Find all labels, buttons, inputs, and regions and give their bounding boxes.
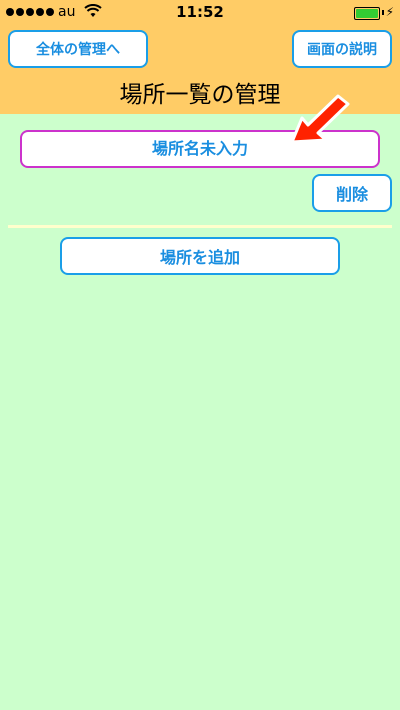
add-location-button[interactable]: 場所を追加 <box>60 237 340 275</box>
delete-button[interactable]: 削除 <box>312 174 392 212</box>
divider <box>8 225 392 228</box>
status-bar: au 11:52 ⚡ <box>0 0 400 26</box>
screen-help-button[interactable]: 画面の説明 <box>292 30 392 68</box>
charging-bolt-icon: ⚡ <box>385 5 394 19</box>
pointer-arrow-icon <box>290 94 350 144</box>
battery-tip <box>382 10 384 15</box>
overall-management-button[interactable]: 全体の管理へ <box>8 30 148 68</box>
battery-icon <box>354 7 380 20</box>
status-time: 11:52 <box>176 3 224 21</box>
